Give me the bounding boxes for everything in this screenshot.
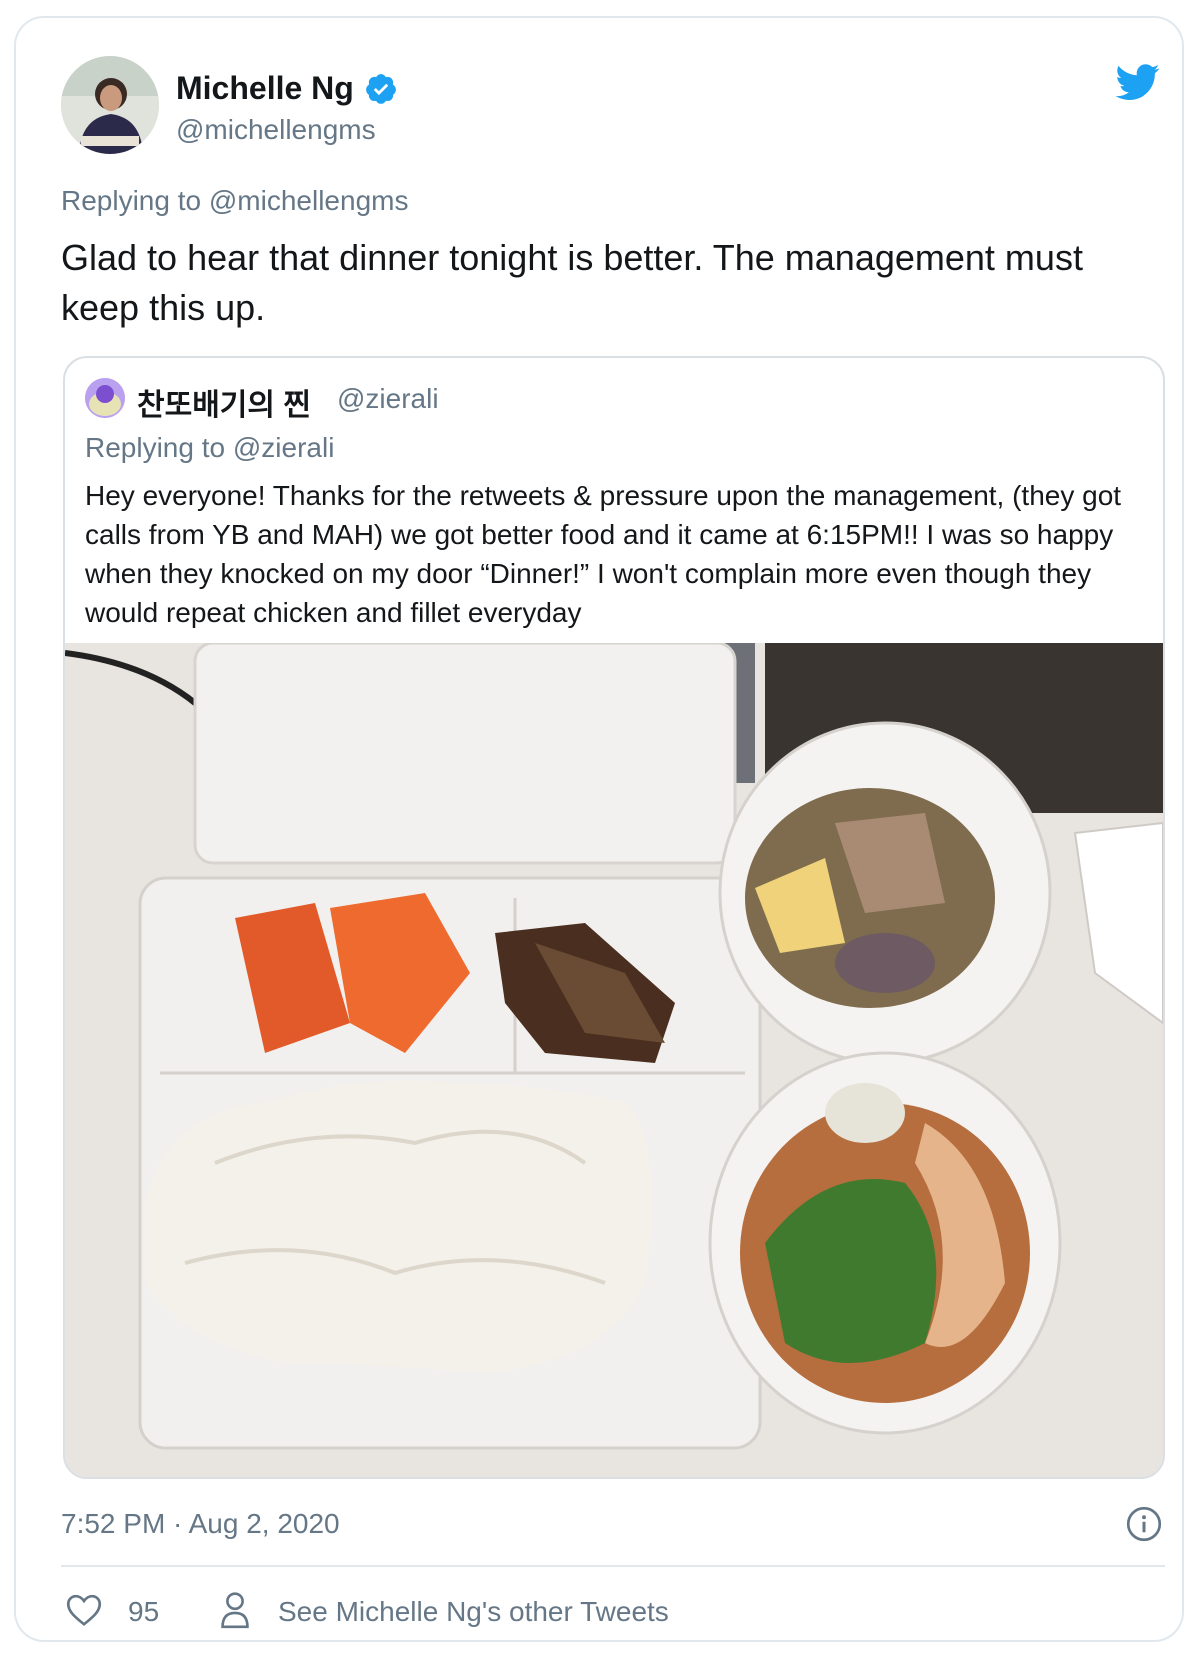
info-icon[interactable] [1126, 1506, 1162, 1542]
heart-icon[interactable] [66, 1593, 102, 1627]
tweet-card: Michelle Ng @michellengms Replying to @m… [14, 16, 1184, 1642]
author-name-row[interactable]: Michelle Ng [176, 70, 398, 107]
twitter-bird-icon[interactable] [1113, 60, 1163, 104]
verified-badge-icon [365, 73, 396, 104]
replying-prefix: Replying to [61, 185, 202, 216]
quoted-author-name: 찬또배기의 찐 [137, 389, 311, 422]
quoted-replying-prefix: Replying to [85, 432, 226, 463]
tweet-timestamp[interactable]: 7:52 PM · Aug 2, 2020 [61, 1508, 340, 1540]
see-other-tweets-link[interactable]: See Michelle Ng's other Tweets [278, 1596, 669, 1628]
author-handle[interactable]: @michellengms [176, 114, 376, 146]
replying-to: Replying to @michellengms [61, 185, 408, 217]
author-display-name[interactable]: Michelle Ng [176, 70, 354, 107]
quoted-author-handle: @zierali [337, 383, 439, 414]
author-avatar[interactable] [61, 56, 159, 154]
replying-to-handle[interactable]: @michellengms [209, 185, 409, 216]
quoted-replying-handle: @zierali [232, 432, 335, 463]
person-icon[interactable] [220, 1591, 250, 1629]
footer-divider [61, 1565, 1165, 1567]
quoted-replying-to: Replying to @zierali [85, 432, 334, 464]
tweet-text: Glad to hear that dinner tonight is bett… [61, 237, 1083, 328]
quoted-author-avatar [85, 378, 125, 418]
like-count: 95 [128, 1596, 160, 1627]
quoted-tweet-text: Hey everyone! Thanks for the retweets & … [85, 480, 1122, 628]
food-photo[interactable] [65, 643, 1163, 1477]
quoted-tweet[interactable]: 찬또배기의 찐 @zierali Replying to @zierali He… [63, 356, 1165, 1479]
